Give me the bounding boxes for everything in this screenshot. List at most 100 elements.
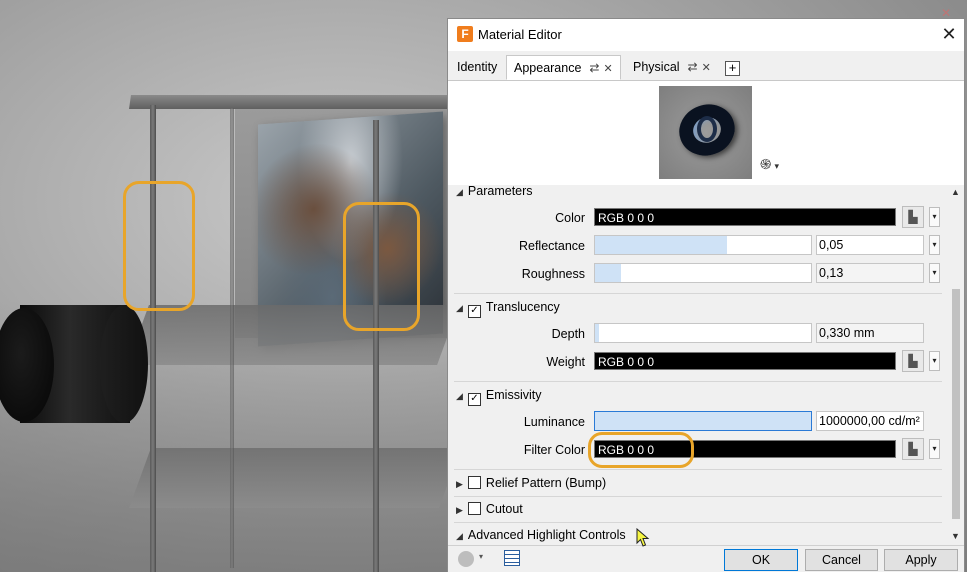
emissivity-checkbox[interactable]: ✓ — [467, 393, 481, 406]
filter-color-label: Filter Color — [523, 443, 585, 457]
tab-identity[interactable]: Identity — [450, 55, 504, 80]
section-divider — [454, 293, 942, 294]
depth-slider-fill — [595, 324, 600, 342]
section-advanced-highlight[interactable]: ◢ Advanced Highlight Controls — [456, 526, 626, 544]
roughness-slider[interactable] — [594, 263, 812, 283]
weight-label: Weight — [546, 355, 585, 369]
mouse-cursor-icon — [636, 528, 650, 547]
cutout-checkbox[interactable] — [467, 502, 481, 515]
title-bar[interactable]: F Material Editor ✕ — [448, 19, 964, 51]
link-icon[interactable]: ⇄ — [688, 60, 698, 74]
ok-button[interactable]: OK — [724, 549, 798, 571]
shelf-post-front-left — [150, 105, 156, 572]
apply-button[interactable]: Apply — [884, 549, 958, 571]
color-label: Color — [555, 211, 585, 225]
luminance-slider-fill — [595, 412, 811, 430]
tab-close-icon[interactable]: ✕ — [603, 63, 612, 75]
roughness-slider-fill — [595, 264, 621, 282]
expand-caret-icon: ◢ — [456, 303, 463, 313]
color-dropdown-button[interactable]: ▾ — [929, 207, 940, 227]
annotation-highlight-filter-color — [588, 432, 694, 468]
properties-panel[interactable]: ◢ Parameters Color RGB 0 0 0 ▙ ▾ Reflecta… — [448, 185, 948, 545]
shelf-post-front-right — [373, 120, 379, 572]
material-preview-swatch[interactable] — [659, 86, 752, 179]
color-picker-button[interactable]: ▙ — [902, 206, 924, 228]
color-value-field[interactable]: RGB 0 0 0 — [594, 208, 896, 226]
roughness-label: Roughness — [521, 267, 585, 281]
weight-dropdown-button[interactable]: ▾ — [929, 351, 940, 371]
tab-strip: Identity Appearance ⇄ ✕ Physical ⇄ ✕ + — [448, 51, 964, 81]
section-divider — [454, 496, 942, 497]
section-divider — [454, 469, 942, 470]
add-tab-button[interactable]: + — [725, 61, 740, 76]
section-advanced-title: Advanced Highlight Controls — [467, 528, 626, 542]
close-icon[interactable]: ✕ — [938, 23, 960, 45]
chevron-down-icon: ▾ — [774, 161, 779, 171]
panel-scrollbar[interactable]: ▲ ▼ — [948, 185, 964, 545]
roughness-value-input[interactable]: 0,13 — [816, 263, 924, 283]
section-translucency[interactable]: ◢ ✓ Translucency — [456, 298, 560, 318]
expand-caret-icon: ◢ — [456, 187, 463, 197]
tab-physical-label: Physical — [633, 60, 680, 74]
reflectance-slider[interactable] — [594, 235, 812, 255]
render-settings-glyph: ֍ — [760, 156, 772, 172]
cancel-button[interactable]: Cancel — [805, 549, 878, 571]
reflectance-value-input[interactable]: 0,05 — [816, 235, 924, 255]
reflectance-slider-fill — [595, 236, 727, 254]
filter-color-dropdown-button[interactable]: ▾ — [929, 439, 940, 459]
tab-physical[interactable]: Physical ⇄ ✕ — [626, 55, 718, 80]
section-relief-title: Relief Pattern (Bump) — [485, 476, 607, 490]
scroll-up-icon[interactable]: ▲ — [951, 187, 960, 197]
shelf-lower-board — [129, 448, 461, 508]
material-editor-dialog: F Material Editor ✕ Identity Appearance ⇄… — [447, 18, 965, 572]
torus-inner-ring — [697, 116, 717, 142]
luminance-value-input[interactable]: 1000000,00 cd/m² — [816, 411, 924, 431]
annotation-highlight-painting — [343, 202, 420, 331]
shelf-top-board — [129, 95, 449, 109]
material-browser-icon[interactable] — [504, 550, 520, 566]
shelf-post-back — [230, 108, 234, 568]
weight-picker-button[interactable]: ▙ — [902, 350, 924, 372]
material-preview-area: ֍ ▾ — [448, 81, 964, 185]
filter-color-picker-button[interactable]: ▙ — [902, 438, 924, 460]
reflectance-label: Reflectance — [518, 239, 585, 253]
scroll-down-icon[interactable]: ▼ — [951, 531, 960, 541]
fusion-app-icon: F — [457, 26, 473, 42]
section-cutout[interactable]: ▶ Cutout — [456, 500, 523, 518]
section-parameters-title: Parameters — [467, 185, 533, 198]
tab-appearance-label: Appearance — [514, 61, 582, 75]
cylinder-end — [100, 305, 148, 423]
tab-appearance[interactable]: Appearance ⇄ ✕ — [506, 55, 621, 80]
translucency-checkbox[interactable]: ✓ — [467, 305, 481, 318]
link-icon[interactable]: ⇄ — [589, 61, 599, 75]
collapse-caret-icon: ▶ — [456, 479, 463, 489]
depth-label: Depth — [551, 327, 585, 341]
collapse-caret-icon: ▶ — [456, 505, 463, 515]
window-title: Material Editor — [478, 27, 562, 42]
reflectance-dropdown-button[interactable]: ▾ — [929, 235, 940, 255]
section-emissivity[interactable]: ◢ ✓ Emissivity — [456, 386, 542, 406]
luminance-slider[interactable] — [594, 411, 812, 431]
roughness-dropdown-button[interactable]: ▾ — [929, 263, 940, 283]
tab-close-icon[interactable]: ✕ — [702, 62, 711, 74]
section-emissivity-title: Emissivity — [485, 388, 542, 402]
section-divider — [454, 381, 942, 382]
dialog-footer: ▾ OK Cancel Apply — [448, 545, 964, 572]
relief-pattern-checkbox[interactable] — [467, 476, 481, 489]
expand-caret-icon: ◢ — [456, 391, 463, 401]
chevron-down-icon[interactable]: ▾ — [479, 552, 483, 561]
section-translucency-title: Translucency — [485, 300, 560, 314]
tab-identity-label: Identity — [457, 60, 498, 74]
scrollbar-thumb[interactable] — [952, 289, 960, 519]
luminance-label: Luminance — [523, 415, 585, 429]
render-settings-icon[interactable]: ֍ ▾ — [760, 155, 779, 174]
section-divider — [454, 522, 942, 523]
depth-value-input[interactable]: 0,330 mm — [816, 323, 924, 343]
depth-slider[interactable] — [594, 323, 812, 343]
section-parameters[interactable]: ◢ Parameters — [456, 185, 533, 200]
material-library-icon[interactable] — [458, 551, 474, 567]
section-relief-pattern[interactable]: ▶ Relief Pattern (Bump) — [456, 474, 606, 492]
annotation-highlight-post — [123, 181, 195, 311]
weight-value-field[interactable]: RGB 0 0 0 — [594, 352, 896, 370]
section-cutout-title: Cutout — [485, 502, 523, 516]
